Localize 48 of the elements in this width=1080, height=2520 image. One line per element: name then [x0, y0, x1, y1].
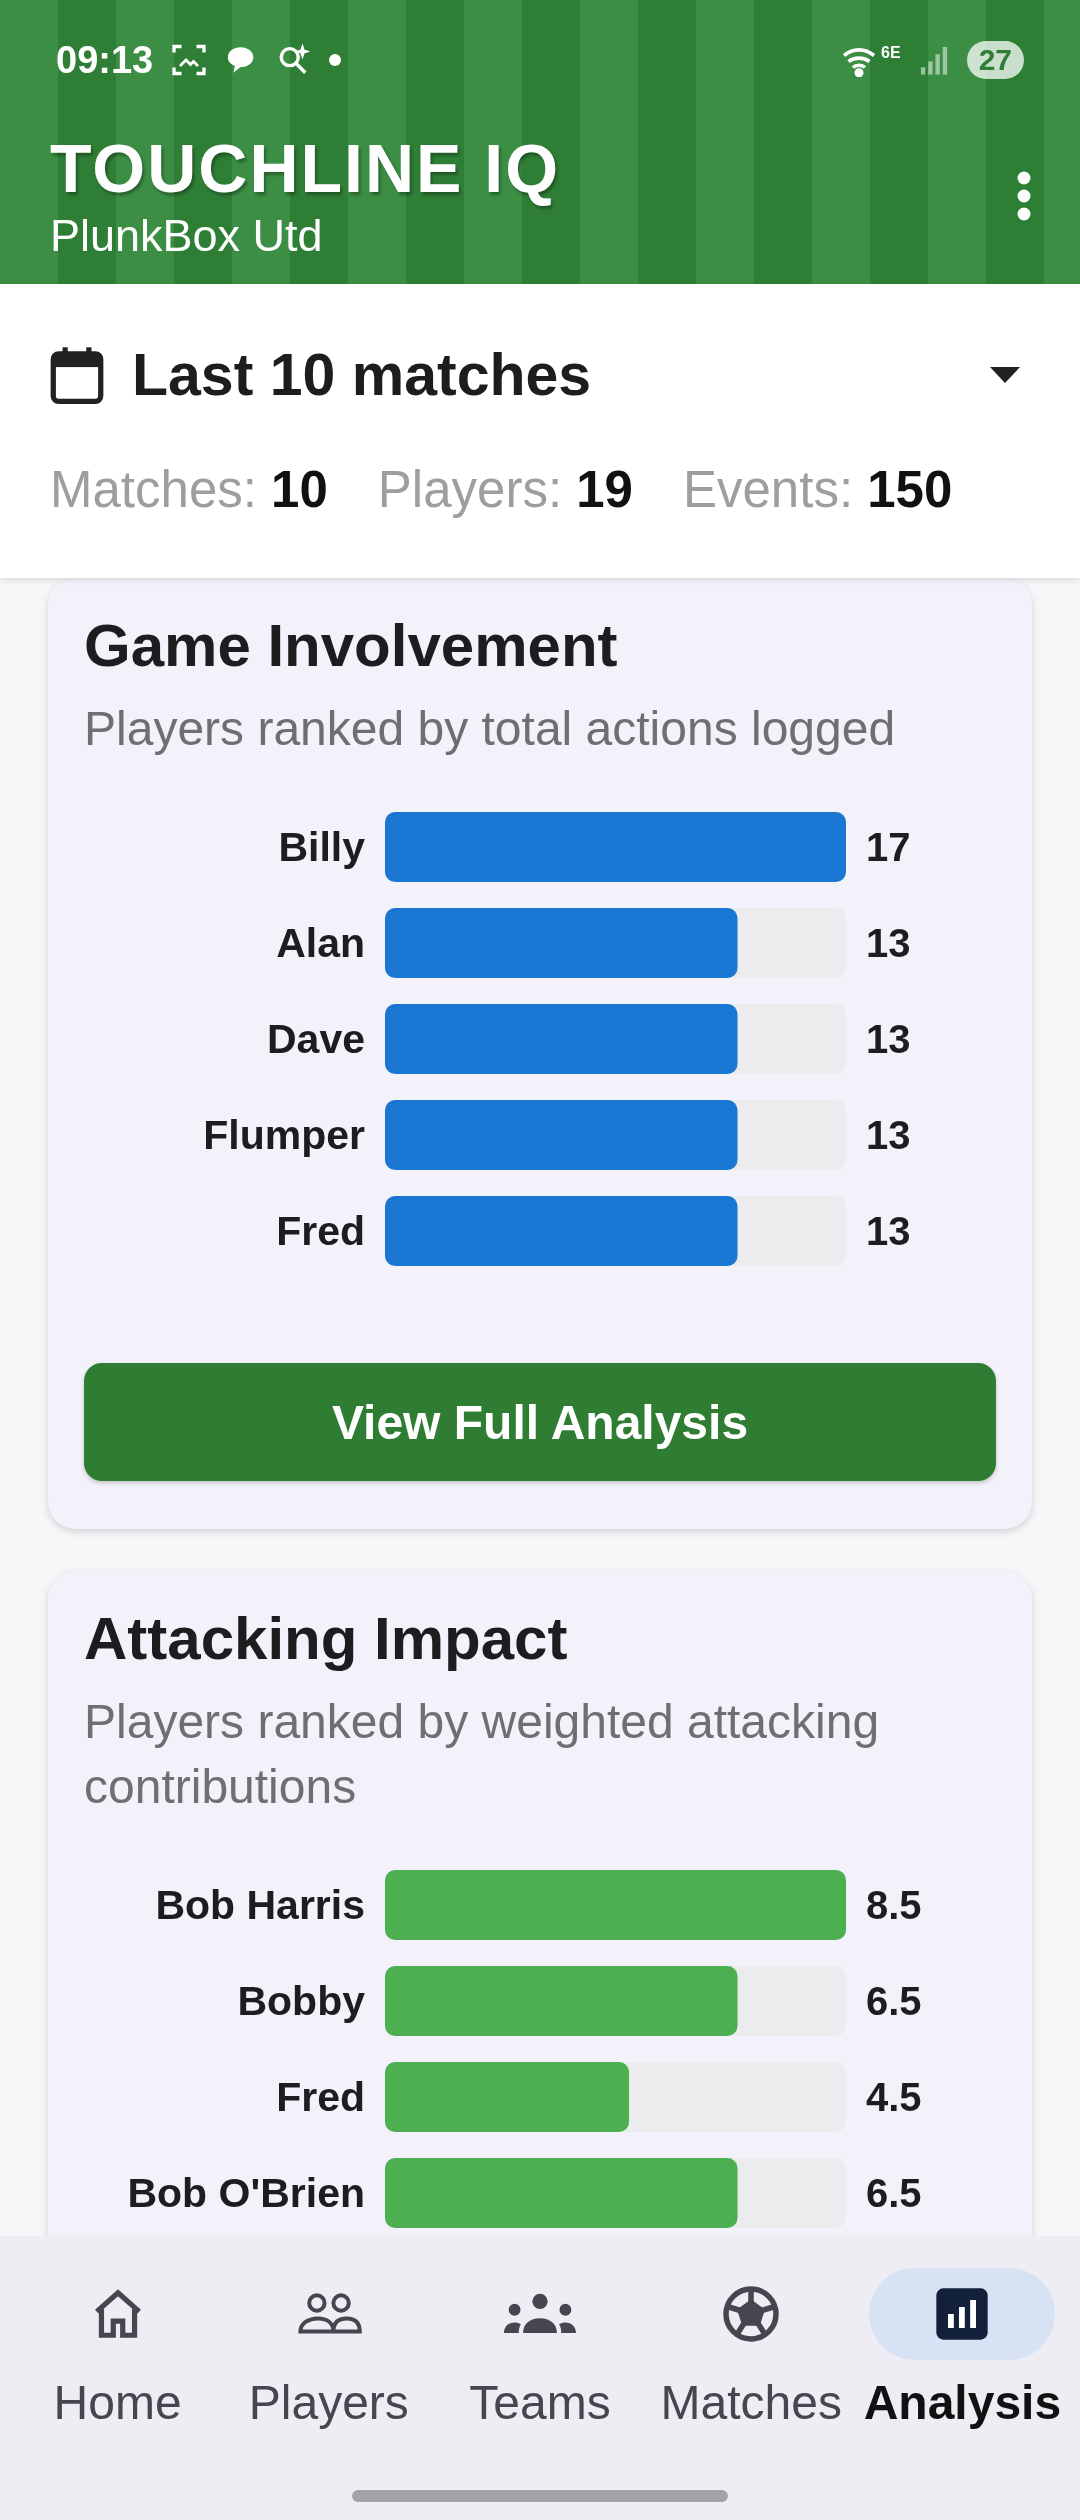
dot-icon: [329, 54, 342, 66]
network-label: 6E: [881, 44, 901, 62]
player-name: Billy: [278, 823, 365, 871]
player-name: Dave: [267, 1015, 365, 1063]
nav-tab[interactable]: Home: [12, 2268, 224, 2431]
card-title: Attacking Impact: [84, 1607, 569, 1671]
player-name: Bobby: [237, 1977, 365, 2025]
nav-tab[interactable]: Teams: [434, 2268, 646, 2431]
stat-summary: Matches: 10: [50, 462, 328, 518]
nav-tab[interactable]: Analysis: [856, 2268, 1068, 2431]
dropdown-arrow-icon: [990, 367, 1020, 383]
player-name: Bob Harris: [155, 1881, 365, 1929]
player-name: Flumper: [203, 1111, 365, 1159]
value-label: 6.5: [866, 1978, 923, 2024]
app-title: TOUCHLINE IQ: [50, 129, 562, 208]
stat-summary: Players: 19: [377, 462, 633, 518]
sparkle-search-icon: [277, 43, 312, 77]
value-label: 13: [866, 1208, 912, 1254]
card-subtitle: Players ranked by weighted attacking contributions: [84, 1694, 881, 1815]
card-subtitle: Players ranked by total actions logged: [84, 701, 897, 757]
people-icon: [295, 2292, 362, 2336]
period-dropdown[interactable]: Last 10 matches: [50, 343, 1032, 407]
player-name: Fred: [276, 1207, 365, 1255]
club-name: PlunkBox Utd: [50, 209, 324, 263]
player-name: Bob O'Brien: [127, 2169, 365, 2217]
view-analysis-button[interactable]: View Full Analysis: [84, 1363, 996, 1481]
bar-chart-icon: [934, 2286, 991, 2342]
value-label: 4.5: [866, 2074, 923, 2120]
value-label: 6.5: [866, 2170, 923, 2216]
battery-level: 27: [966, 41, 1024, 79]
signal-icon: [918, 44, 949, 76]
value-label: 17: [866, 824, 912, 870]
more-icon: [1016, 170, 1032, 222]
group-icon: [504, 2292, 576, 2336]
value-label: 13: [866, 920, 912, 966]
player-name: Alan: [276, 919, 365, 967]
calendar-icon: [50, 346, 104, 404]
status-time: 09:13: [56, 38, 154, 82]
nav-tab[interactable]: Players: [223, 2268, 435, 2431]
stat-summary: Events: 150: [682, 462, 953, 518]
card-title: Game Involvement: [84, 614, 619, 678]
screenshot-icon: [171, 43, 208, 77]
nav-tab[interactable]: Matches: [645, 2268, 857, 2431]
value-label: 13: [866, 1016, 912, 1062]
soccer-ball-icon: [721, 2284, 782, 2344]
value-label: 13: [866, 1112, 912, 1158]
value-label: 8.5: [866, 1882, 923, 1928]
player-name: Fred: [276, 2073, 365, 2121]
